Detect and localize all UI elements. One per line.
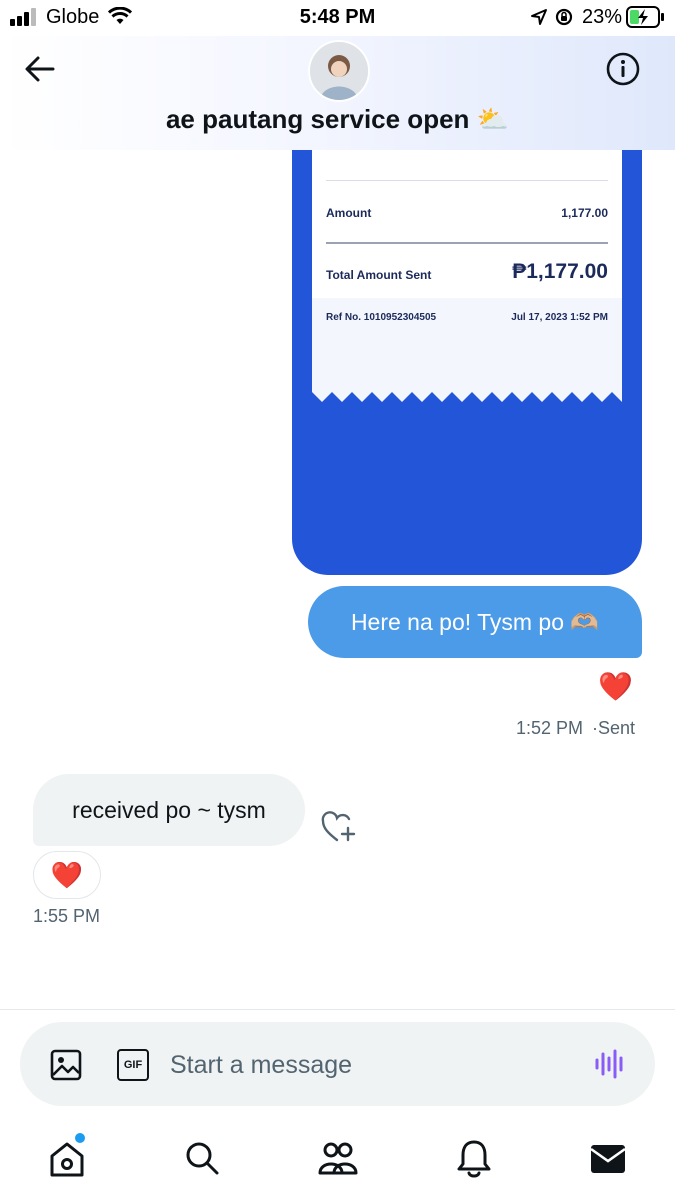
notification-dot (75, 1133, 85, 1143)
receipt-date: Jul 17, 2023 1:52 PM (511, 312, 608, 323)
receipt-ref-number: Ref No. 1010952304505 (326, 312, 437, 323)
search-icon[interactable] (184, 1140, 220, 1176)
composer-divider (0, 1009, 675, 1010)
sent-message-bubble[interactable]: Here na po! Tysm po 🫶🏼 (308, 586, 642, 658)
received-message-bubble[interactable]: received po ~ tysm (33, 774, 305, 846)
back-arrow-icon[interactable] (24, 55, 56, 83)
sent-message-status: ·Sent (592, 718, 636, 738)
status-bar: Globe 5:48 PM 23% (0, 0, 675, 36)
gif-button[interactable]: GIF (117, 1049, 149, 1081)
message-input[interactable] (168, 1044, 552, 1086)
receipt-amount-value: 1,177.00 (561, 206, 608, 220)
sent-message-reaction[interactable]: ❤️ (598, 670, 633, 703)
received-message-reaction[interactable]: ❤️ (33, 851, 101, 899)
bottom-tab-bar (0, 1120, 675, 1200)
battery-percent: 23% (582, 6, 623, 28)
receipt-total-value: ₱1,177.00 (512, 260, 608, 283)
voice-message-icon[interactable] (594, 1048, 626, 1080)
communities-icon[interactable] (318, 1140, 358, 1176)
avatar[interactable] (308, 40, 370, 102)
location-icon (531, 9, 547, 25)
rotation-lock-icon (555, 8, 573, 26)
avatar-photo (310, 42, 368, 100)
receipt-footer: Ref No. 1010952304505 Jul 17, 2023 1:52 … (312, 298, 622, 390)
receipt-paper: Amount 1,177.00 Total Amount Sent ₱1,177… (312, 150, 622, 390)
add-reaction-icon[interactable] (320, 810, 358, 844)
battery-charging-icon (626, 6, 664, 28)
conversation-title[interactable]: ae pautang service open ⛅ (0, 104, 675, 135)
received-message-time: 1:55 PM (33, 906, 101, 926)
messages-icon[interactable] (590, 1144, 626, 1174)
notifications-bell-icon[interactable] (456, 1138, 492, 1178)
receipt-total-label: Total Amount Sent (326, 268, 432, 282)
receipt-amount-label: Amount (326, 206, 372, 220)
receipt-divider (326, 180, 608, 181)
receipt-torn-edge (312, 386, 622, 402)
receipt-divider (326, 242, 608, 244)
info-icon[interactable] (606, 52, 640, 86)
sent-message-time: 1:52 PM (516, 718, 584, 738)
home-icon[interactable] (49, 1140, 85, 1178)
image-icon[interactable] (50, 1049, 82, 1081)
receipt-image[interactable]: Amount 1,177.00 Total Amount Sent ₱1,177… (292, 150, 642, 575)
